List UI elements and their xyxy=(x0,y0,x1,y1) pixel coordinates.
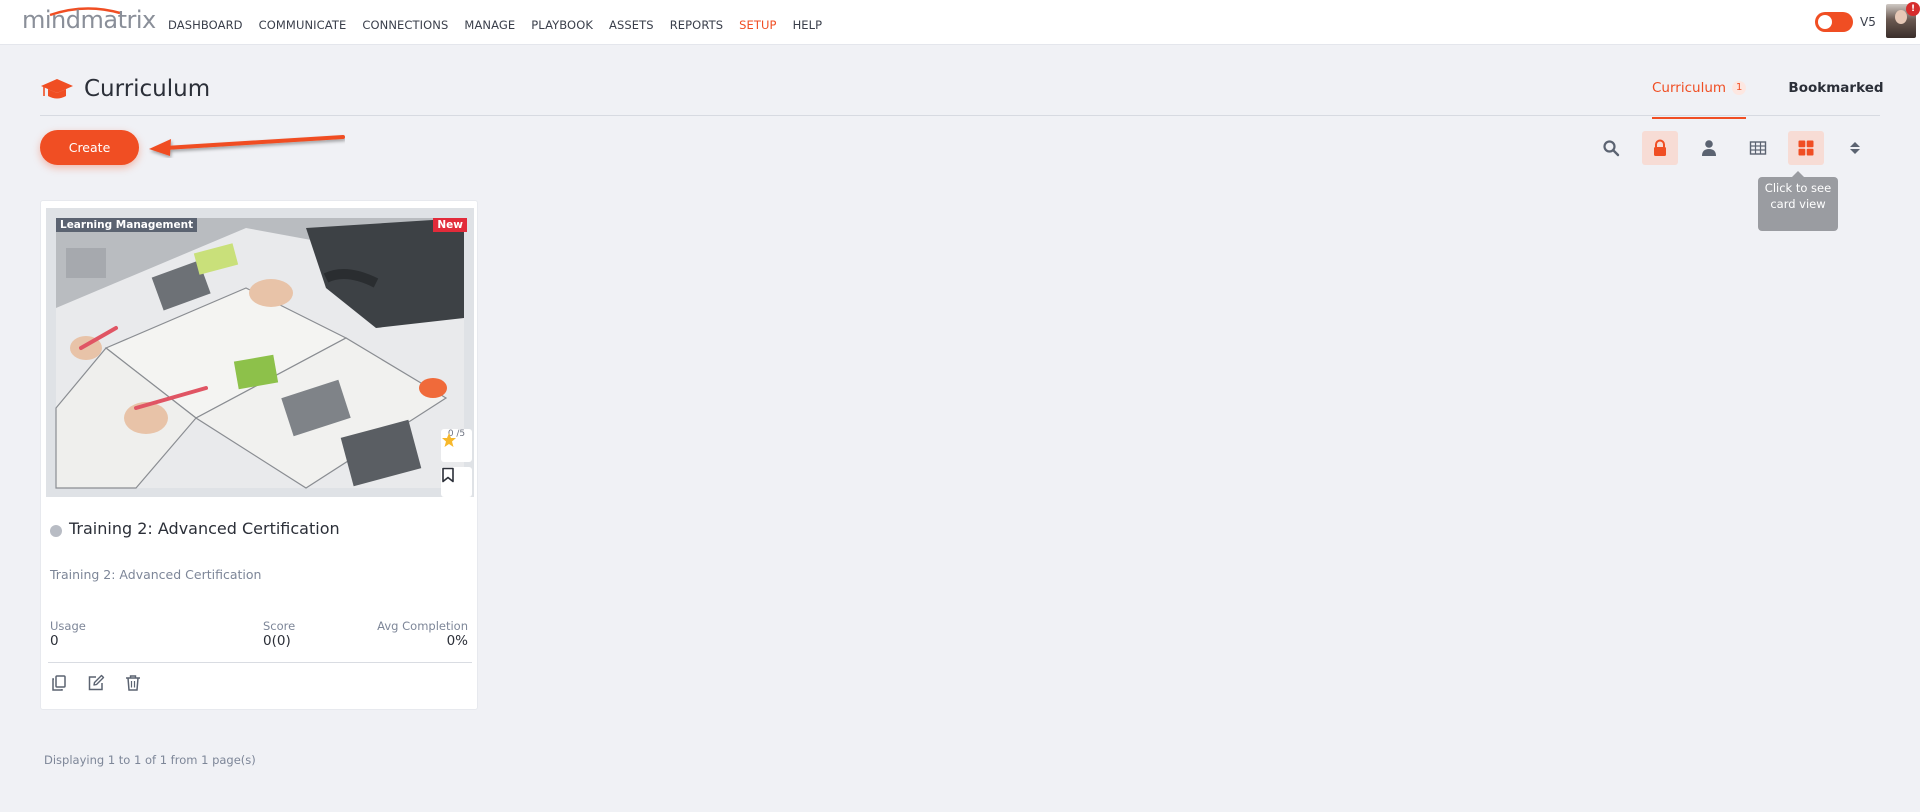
nav-assets[interactable]: ASSETS xyxy=(609,18,654,32)
usage-value: 0 xyxy=(50,633,59,649)
star-icon xyxy=(442,433,456,447)
table-view-icon xyxy=(1749,141,1767,155)
card-view-icon xyxy=(1798,140,1814,156)
completion-value: 0% xyxy=(446,633,468,649)
nav-connections[interactable]: CONNECTIONS xyxy=(362,18,448,32)
sort-icon xyxy=(1850,142,1860,154)
edit-icon[interactable] xyxy=(87,674,105,692)
user-icon xyxy=(1702,140,1716,156)
version-toggle[interactable] xyxy=(1815,12,1853,32)
annotation-arrow-icon xyxy=(149,135,345,156)
search-button[interactable] xyxy=(1593,131,1629,165)
toggle-knob xyxy=(1818,15,1832,29)
bookmark-icon xyxy=(442,467,454,483)
graduation-cap-icon xyxy=(41,79,73,99)
tab-curriculum-label: Curriculum xyxy=(1652,80,1727,96)
category-badge: Learning Management xyxy=(56,218,198,232)
card-view-button[interactable] xyxy=(1788,131,1824,165)
tab-count-badge: 1 xyxy=(1732,81,1747,95)
nav-setup[interactable]: SETUP xyxy=(739,18,776,32)
card-thumbnail-picture xyxy=(46,208,474,497)
nav-communicate[interactable]: COMMUNICATE xyxy=(259,18,347,32)
nav-reports[interactable]: REPORTS xyxy=(670,18,723,32)
completion-label: Avg Completion xyxy=(377,619,468,633)
copy-icon[interactable] xyxy=(50,674,68,692)
delete-icon[interactable] xyxy=(124,674,142,692)
table-view-button[interactable] xyxy=(1740,131,1776,165)
score-value: 0(0) xyxy=(263,633,291,649)
nav-manage[interactable]: MANAGE xyxy=(464,18,515,32)
create-button[interactable]: Create xyxy=(40,130,139,165)
card-title-row: Training 2: Advanced Certification xyxy=(50,519,340,538)
tab-bookmarked-label: Bookmarked xyxy=(1788,80,1884,96)
status-dot xyxy=(50,524,62,537)
rating-box[interactable]: 0 /5 xyxy=(441,429,472,462)
avatar-face xyxy=(1895,10,1907,24)
tab-bar: Curriculum 1 Bookmarked xyxy=(1652,80,1884,119)
sort-button[interactable] xyxy=(1837,131,1873,165)
usage-label: Usage xyxy=(50,619,86,633)
logo[interactable]: mindmatrix xyxy=(22,6,156,34)
search-icon xyxy=(1603,140,1620,157)
card-title[interactable]: Training 2: Advanced Certification xyxy=(69,519,340,538)
nav-playbook[interactable]: PLAYBOOK xyxy=(531,18,593,32)
version-label: V5 xyxy=(1860,15,1876,29)
nav-help[interactable]: HELP xyxy=(793,18,823,32)
card-thumbnail[interactable]: Learning Management New 0 /5 xyxy=(46,208,474,497)
score-label: Score xyxy=(263,619,296,633)
main-nav: DASHBOARD COMMUNICATE CONNECTIONS MANAGE… xyxy=(168,18,838,32)
lock-icon xyxy=(1654,139,1666,156)
page-header: Curriculum xyxy=(40,76,210,102)
card-view-tooltip: Click to see card view xyxy=(1758,171,1838,231)
tab-bookmarked[interactable]: Bookmarked xyxy=(1788,80,1883,119)
curriculum-card[interactable]: Learning Management New 0 /5 Training 2:… xyxy=(40,200,478,710)
notification-badge[interactable]: ! xyxy=(1906,2,1920,16)
lock-filter-button[interactable] xyxy=(1642,131,1678,165)
page-title: Curriculum xyxy=(84,76,211,102)
card-description: Training 2: Advanced Certification xyxy=(50,567,262,582)
top-navbar: mindmatrix DASHBOARD COMMUNICATE CONNECT… xyxy=(0,0,1920,45)
card-divider xyxy=(48,662,472,663)
tab-curriculum[interactable]: Curriculum 1 xyxy=(1652,80,1747,119)
pagination-info: Displaying 1 to 1 of 1 from 1 page(s) xyxy=(44,753,256,767)
user-filter-button[interactable] xyxy=(1691,131,1727,165)
new-badge: New xyxy=(433,218,467,232)
header-divider xyxy=(40,115,1880,116)
bookmark-button[interactable] xyxy=(441,467,472,497)
nav-dashboard[interactable]: DASHBOARD xyxy=(168,18,243,32)
